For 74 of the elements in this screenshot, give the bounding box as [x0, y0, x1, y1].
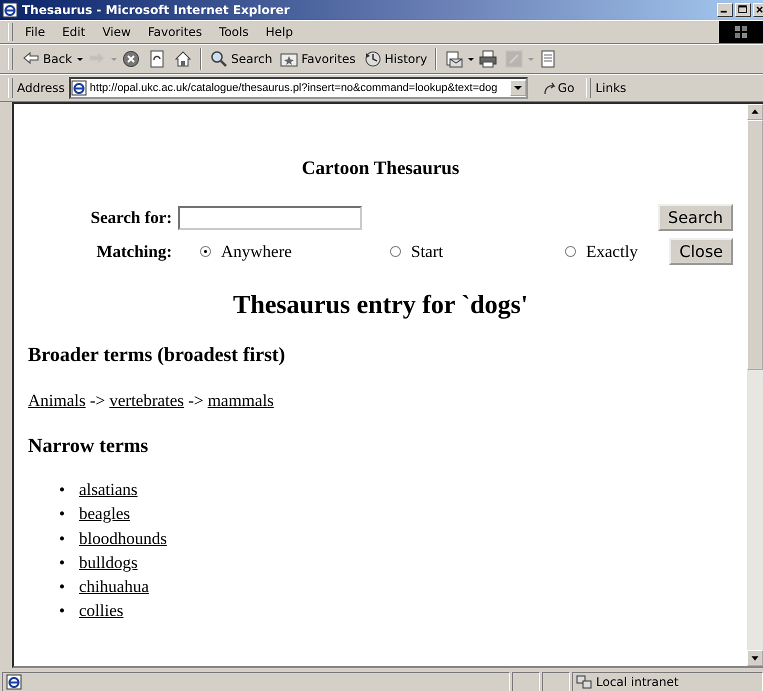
window-title: Thesaurus - Microsoft Internet Explorer — [22, 3, 291, 17]
stop-icon — [122, 50, 140, 68]
radio-button[interactable] — [565, 246, 576, 257]
refresh-icon — [148, 50, 166, 68]
arrow-text: -> — [88, 391, 106, 410]
radio-label: Anywhere — [221, 242, 292, 262]
bullet: • — [59, 552, 66, 574]
bullet: • — [59, 528, 66, 550]
term-link[interactable]: collies — [79, 601, 124, 620]
zone-label: Local intranet — [596, 675, 679, 689]
bullet: • — [59, 600, 66, 622]
term-link[interactable]: mammals — [208, 391, 274, 410]
search-field[interactable] — [178, 206, 362, 230]
menu-item[interactable]: Tools — [211, 25, 257, 39]
go-button[interactable]: Go — [532, 81, 582, 95]
bullet: • — [59, 576, 66, 598]
menu-item[interactable]: View — [94, 25, 139, 39]
menu-item[interactable]: Edit — [54, 25, 94, 39]
radio-button[interactable] — [200, 246, 211, 257]
matching-label: Matching: — [95, 242, 173, 262]
document-icon — [539, 50, 558, 68]
scroll-up-icon[interactable] — [747, 104, 763, 120]
bullet: • — [59, 503, 66, 526]
arrow-icon — [542, 81, 556, 95]
caret-icon[interactable] — [468, 58, 474, 60]
section-heading: Broader terms (broadest first) — [28, 344, 286, 367]
page-icon — [70, 80, 87, 96]
status-pane — [542, 672, 570, 691]
house-icon — [174, 50, 192, 68]
minimize-icon[interactable] — [717, 3, 733, 17]
bullet: • — [59, 479, 66, 501]
search-button[interactable]: Search — [207, 48, 276, 70]
term-link[interactable]: beagles — [79, 504, 130, 524]
scrollbar-thumb[interactable] — [747, 120, 763, 370]
scroll-down-icon[interactable] — [747, 650, 763, 666]
menu-item[interactable]: Help — [258, 25, 301, 39]
radio-label: Start — [411, 242, 444, 262]
section-heading: Narrow terms — [28, 435, 150, 458]
links-label[interactable]: Links — [595, 81, 626, 95]
search-button[interactable]: Search — [658, 204, 733, 231]
search-label: Search for: — [90, 208, 173, 228]
menu-item[interactable]: File — [17, 25, 54, 39]
close-icon[interactable] — [753, 3, 763, 17]
search-icon — [210, 50, 228, 68]
term-link[interactable]: chihuahua — [79, 577, 149, 596]
envelope-icon — [445, 50, 464, 68]
maximize-icon[interactable] — [735, 3, 751, 17]
radio-label: Exactly — [586, 242, 638, 262]
status-pane — [512, 672, 540, 691]
menu-item[interactable]: Favorites — [140, 25, 210, 39]
page-icon — [6, 674, 22, 690]
term-link[interactable]: vertebrates — [109, 391, 184, 410]
clock-icon — [364, 50, 382, 68]
radio-button[interactable] — [390, 246, 401, 257]
browser-logo-icon — [2, 2, 18, 18]
caret-icon[interactable] — [77, 58, 84, 60]
arrow-text: -> — [187, 391, 204, 410]
back-button[interactable]: Back — [19, 48, 76, 70]
dropdown-icon[interactable] — [510, 80, 526, 96]
windows-logo-icon — [733, 24, 749, 40]
history-button[interactable]: History — [360, 48, 430, 70]
network-icon — [576, 674, 592, 690]
term-link[interactable]: bulldogs — [79, 552, 138, 572]
term-link[interactable]: bloodhounds — [79, 528, 167, 548]
entry-heading: Thesaurus entry for `dogs' — [232, 290, 529, 320]
term-link[interactable]: Animals — [28, 391, 86, 410]
term-link[interactable]: alsatians — [79, 480, 138, 499]
page-title: Cartoon Thesaurus — [300, 158, 460, 180]
edit-icon — [505, 50, 524, 68]
address-label: Address — [17, 81, 65, 95]
address-field[interactable]: http://opal.ukc.ac.uk/catalogue/thesaurus.pl?insert=no&command=lookup&text=dog — [68, 77, 528, 99]
printer-icon — [479, 50, 498, 68]
favorites-button[interactable]: Favorites — [277, 48, 359, 70]
close-button[interactable]: Close — [669, 238, 733, 265]
